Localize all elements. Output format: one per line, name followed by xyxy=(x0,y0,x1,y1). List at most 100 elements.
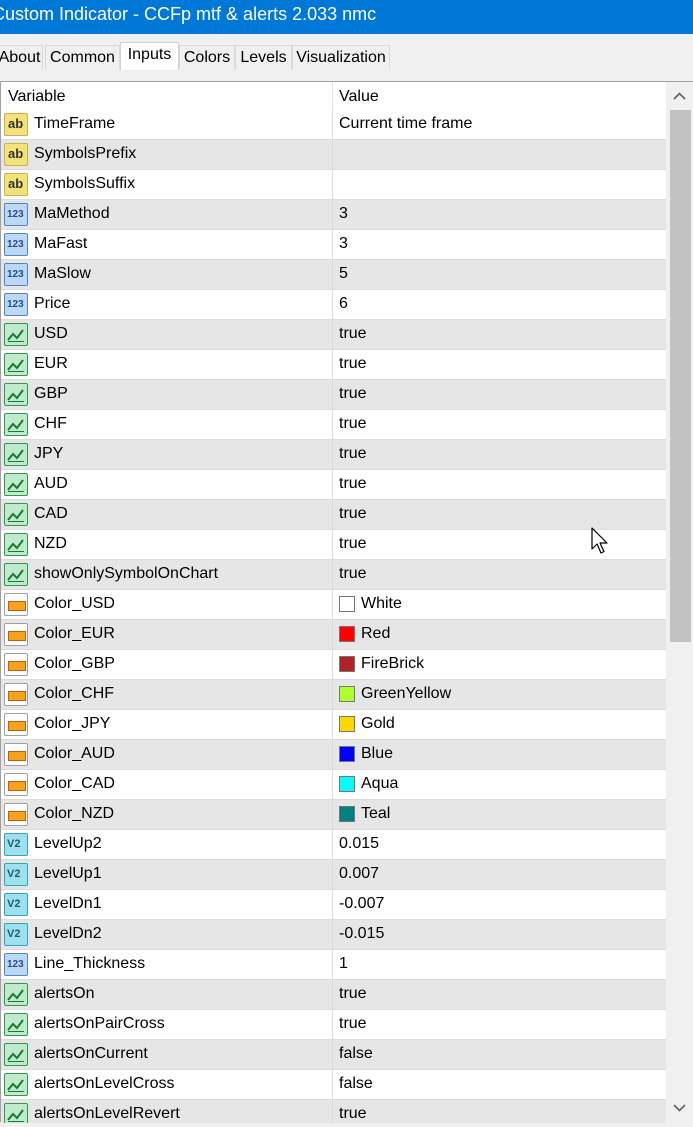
value-field[interactable]: 0.007 xyxy=(339,865,379,883)
value-field[interactable]: -0.007 xyxy=(339,895,384,913)
table-row[interactable]: Color_CAD Aqua xyxy=(1,770,666,800)
integer-icon: 123 xyxy=(4,263,28,286)
value-field[interactable]: true xyxy=(339,445,367,463)
table-row[interactable]: alertsOnLevelCross false xyxy=(1,1070,666,1100)
value-field[interactable]: 1 xyxy=(339,955,348,973)
bool-icon xyxy=(4,1103,28,1123)
value-field[interactable]: 5 xyxy=(339,265,348,283)
value-field[interactable]: Current time frame xyxy=(339,115,472,133)
color-swatch[interactable] xyxy=(339,776,355,792)
table-row[interactable]: ab TimeFrame Current time frame xyxy=(1,110,666,140)
table-row[interactable]: 123 MaSlow 5 xyxy=(1,260,666,290)
value-field[interactable]: 3 xyxy=(339,205,348,223)
column-header-value[interactable]: Value xyxy=(339,88,379,106)
tab-inputs[interactable]: Inputs xyxy=(120,42,179,70)
color-icon xyxy=(4,683,28,706)
value-field[interactable]: Blue xyxy=(361,745,393,763)
scroll-up-button[interactable] xyxy=(666,82,693,110)
value-field[interactable]: FireBrick xyxy=(361,655,424,673)
color-swatch[interactable] xyxy=(339,686,355,702)
value-field[interactable]: true xyxy=(339,505,367,523)
variable-name: alertsOnLevelRevert xyxy=(34,1105,180,1122)
table-row[interactable]: Color_AUD Blue xyxy=(1,740,666,770)
table-row[interactable]: Color_CHF GreenYellow xyxy=(1,680,666,710)
tab-about[interactable]: About xyxy=(0,45,43,69)
tab-common[interactable]: Common xyxy=(45,45,120,69)
value-field[interactable]: Gold xyxy=(361,715,395,733)
table-row[interactable]: Color_JPY Gold xyxy=(1,710,666,740)
column-divider xyxy=(332,200,333,229)
value-field[interactable]: false xyxy=(339,1075,373,1093)
value-field[interactable]: Aqua xyxy=(361,775,398,793)
color-swatch[interactable] xyxy=(339,716,355,732)
table-row[interactable]: 123 MaFast 3 xyxy=(1,230,666,260)
color-swatch[interactable] xyxy=(339,746,355,762)
value-field[interactable]: true xyxy=(339,325,367,343)
table-row[interactable]: ab SymbolsSuffix xyxy=(1,170,666,200)
value-field[interactable]: -0.015 xyxy=(339,925,384,943)
value-field[interactable]: 6 xyxy=(339,295,348,313)
value-field[interactable]: true xyxy=(339,355,367,373)
variable-name: Color_CHF xyxy=(34,685,115,702)
table-row[interactable]: Color_NZD Teal xyxy=(1,800,666,830)
title-bar: Custom Indicator - CCFp mtf & alerts 2.0… xyxy=(0,0,693,34)
table-row[interactable]: V2 LevelDn1 -0.007 xyxy=(1,890,666,920)
column-divider xyxy=(332,470,333,499)
color-swatch[interactable] xyxy=(339,596,355,612)
table-row[interactable]: alertsOnPairCross true xyxy=(1,1010,666,1040)
value-field[interactable]: true xyxy=(339,1015,367,1033)
color-swatch[interactable] xyxy=(339,656,355,672)
table-row[interactable]: NZD true xyxy=(1,530,666,560)
value-field[interactable]: Teal xyxy=(361,805,390,823)
value-field[interactable]: true xyxy=(339,985,367,1003)
column-divider[interactable] xyxy=(332,82,333,110)
color-swatch[interactable] xyxy=(339,626,355,642)
vertical-scrollbar[interactable] xyxy=(666,82,693,1122)
table-row[interactable]: GBP true xyxy=(1,380,666,410)
table-row[interactable]: alertsOn true xyxy=(1,980,666,1010)
table-row[interactable]: Color_USD White xyxy=(1,590,666,620)
value-field[interactable]: true xyxy=(339,535,367,553)
tab-levels[interactable]: Levels xyxy=(235,45,292,69)
table-row[interactable]: 123 Price 6 xyxy=(1,290,666,320)
table-row[interactable]: V2 LevelUp2 0.015 xyxy=(1,830,666,860)
value-field[interactable]: true xyxy=(339,565,367,583)
value-field[interactable]: true xyxy=(339,385,367,403)
scroll-down-button[interactable] xyxy=(666,1094,693,1122)
tab-visualization[interactable]: Visualization xyxy=(292,45,390,69)
table-row[interactable]: V2 LevelDn2 -0.015 xyxy=(1,920,666,950)
tab-colors[interactable]: Colors xyxy=(179,45,235,69)
column-divider xyxy=(332,860,333,889)
table-row[interactable]: AUD true xyxy=(1,470,666,500)
integer-icon: 123 xyxy=(4,233,28,256)
value-field[interactable]: White xyxy=(361,595,402,613)
window-title: Custom Indicator - CCFp mtf & alerts 2.0… xyxy=(0,4,377,24)
value-field[interactable]: 3 xyxy=(339,235,348,253)
table-row[interactable]: CAD true xyxy=(1,500,666,530)
value-field[interactable]: true xyxy=(339,1105,367,1123)
value-field[interactable]: false xyxy=(339,1045,373,1063)
table-row[interactable]: alertsOnCurrent false xyxy=(1,1040,666,1070)
column-divider xyxy=(332,710,333,739)
table-row[interactable]: V2 LevelUp1 0.007 xyxy=(1,860,666,890)
value-field[interactable]: true xyxy=(339,415,367,433)
table-row[interactable]: 123 MaMethod 3 xyxy=(1,200,666,230)
value-field[interactable]: Red xyxy=(361,625,390,643)
table-row[interactable]: Color_GBP FireBrick xyxy=(1,650,666,680)
value-field[interactable]: true xyxy=(339,475,367,493)
value-field[interactable]: GreenYellow xyxy=(361,685,451,703)
table-row[interactable]: alertsOnLevelRevert true xyxy=(1,1100,666,1123)
table-row[interactable]: USD true xyxy=(1,320,666,350)
double-icon: V2 xyxy=(4,893,28,916)
column-header-variable[interactable]: Variable xyxy=(8,88,66,106)
table-row[interactable]: JPY true xyxy=(1,440,666,470)
value-field[interactable]: 0.015 xyxy=(339,835,379,853)
table-row[interactable]: showOnlySymbolOnChart true xyxy=(1,560,666,590)
table-row[interactable]: CHF true xyxy=(1,410,666,440)
color-swatch[interactable] xyxy=(339,806,355,822)
table-row[interactable]: ab SymbolsPrefix xyxy=(1,140,666,170)
table-row[interactable]: Color_EUR Red xyxy=(1,620,666,650)
scrollbar-thumb[interactable] xyxy=(670,110,691,642)
table-row[interactable]: 123 Line_Thickness 1 xyxy=(1,950,666,980)
table-row[interactable]: EUR true xyxy=(1,350,666,380)
